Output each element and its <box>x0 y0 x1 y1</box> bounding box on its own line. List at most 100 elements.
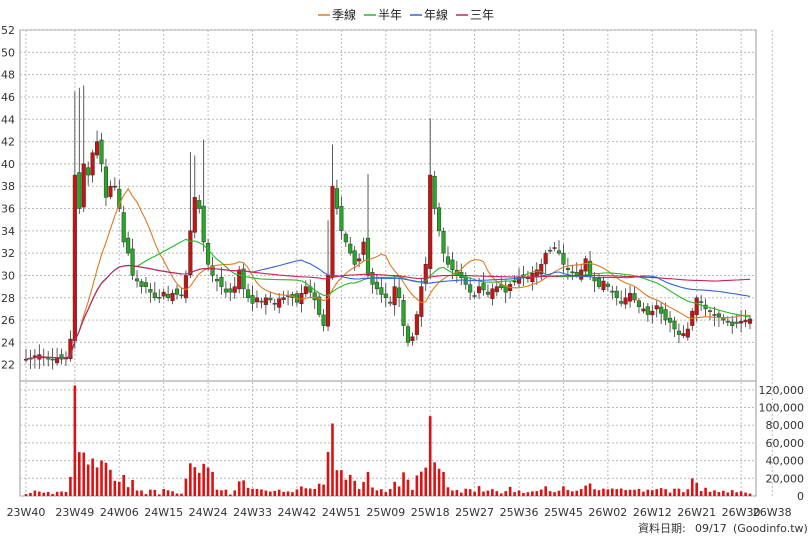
candle-body <box>636 300 642 307</box>
candle-body <box>494 286 499 293</box>
volume-bar <box>602 488 605 496</box>
candle-body <box>379 287 384 295</box>
volume-bar <box>331 423 334 496</box>
candle-body <box>405 326 411 343</box>
volume-bar <box>686 489 690 496</box>
candle-body <box>361 241 366 255</box>
candle-body <box>237 269 242 290</box>
legend-item-1: 半年 <box>378 8 402 22</box>
x-tick-label: 24W06 <box>100 506 139 519</box>
volume-bar <box>157 494 161 496</box>
volume-bar <box>477 486 481 496</box>
volume-bar <box>353 480 356 496</box>
volume-bar <box>491 489 494 496</box>
candle-body <box>121 212 126 243</box>
candle-body <box>699 301 704 303</box>
volume-bar <box>650 490 654 496</box>
price-tick-label: 46 <box>1 91 15 104</box>
candle-body <box>192 197 197 233</box>
footer-label: 資料日期: <box>638 521 686 535</box>
volume-bar <box>526 492 530 496</box>
volume-bar <box>60 491 63 496</box>
volume-bar <box>291 492 294 496</box>
candle-body <box>596 278 602 287</box>
volume-bar <box>531 491 534 496</box>
x-tick-label: 24W51 <box>322 506 361 519</box>
volume-bar <box>180 493 183 496</box>
volume-bar <box>588 483 592 496</box>
price-tick-label: 40 <box>1 158 15 171</box>
volume-bar <box>286 491 290 496</box>
volume-tick-label: 40,000 <box>766 455 805 468</box>
volume-bar <box>380 489 383 496</box>
candle-body <box>628 293 633 302</box>
volume-bar <box>451 490 454 496</box>
volume-bar <box>437 468 441 496</box>
candle-body <box>219 276 224 287</box>
candle-body <box>610 290 615 293</box>
volume-bar <box>637 488 641 496</box>
volume-bar <box>153 489 157 496</box>
candle-body <box>281 297 286 300</box>
volume-axis: 0 20,000 40,000 60,000 80,000 100,000 120,000 <box>759 384 805 503</box>
volume-bar <box>135 490 139 496</box>
candle-body <box>632 293 637 301</box>
candle-body <box>352 250 357 265</box>
candle-body <box>330 185 335 278</box>
candle-body <box>681 333 686 337</box>
volume-bar <box>33 490 37 496</box>
candle-body <box>374 281 379 290</box>
x-tick-label: 23W40 <box>7 506 46 519</box>
price-axis: 22 24 26 28 30 32 34 36 38 40 42 44 46 48 50 52 <box>1 24 15 372</box>
candle-body <box>134 278 140 282</box>
candle-body <box>707 310 713 312</box>
volume-bar <box>571 491 574 496</box>
volume-bar <box>215 489 219 496</box>
candle-body <box>201 205 206 243</box>
candle-body <box>277 298 282 308</box>
volume-bar <box>122 474 126 496</box>
volume-bar <box>171 491 174 496</box>
candle-body <box>414 314 419 335</box>
candle-body <box>685 328 690 338</box>
volume-bar <box>486 490 490 496</box>
volume-tick-label: 100,000 <box>759 402 805 415</box>
volume-bar <box>117 481 121 496</box>
price-tick-label: 48 <box>1 69 15 82</box>
volume-bar <box>277 489 281 496</box>
price-tick-label: 32 <box>1 247 15 260</box>
price-tick-label: 24 <box>1 336 15 349</box>
volume-bar <box>264 490 268 496</box>
candle-body <box>565 268 570 271</box>
volume-bar <box>144 494 148 496</box>
candle-body <box>188 230 193 276</box>
volume-bar <box>673 488 676 496</box>
candle-body <box>250 295 255 304</box>
x-tick-label: 24W33 <box>233 506 272 519</box>
volume-bar <box>322 484 325 496</box>
candle-body <box>312 292 317 301</box>
candle-body <box>477 286 482 294</box>
candle-body <box>357 258 362 262</box>
volume-bar <box>140 490 143 496</box>
volume-bar <box>744 492 747 496</box>
candle-body <box>556 250 562 254</box>
volume-bar <box>308 488 312 496</box>
candle-body <box>348 243 353 254</box>
volume-bar <box>624 490 627 496</box>
volume-bar <box>664 489 667 496</box>
volume-bar <box>220 490 223 496</box>
volume-bar <box>495 491 499 496</box>
volume-bar <box>557 490 561 496</box>
candle-body <box>445 256 451 265</box>
volume-bar <box>539 489 543 496</box>
volume-bar <box>464 488 468 496</box>
volume-bar <box>282 491 285 496</box>
candle-body <box>268 297 273 301</box>
candle-body <box>739 320 744 324</box>
candle-body <box>206 243 211 265</box>
candle-body <box>214 278 220 282</box>
volume-bar <box>433 462 436 496</box>
x-axis: 23W40 23W49 24W06 24W15 24W24 24W33 24W42 24W51… <box>7 506 792 519</box>
candle-body <box>663 309 668 321</box>
